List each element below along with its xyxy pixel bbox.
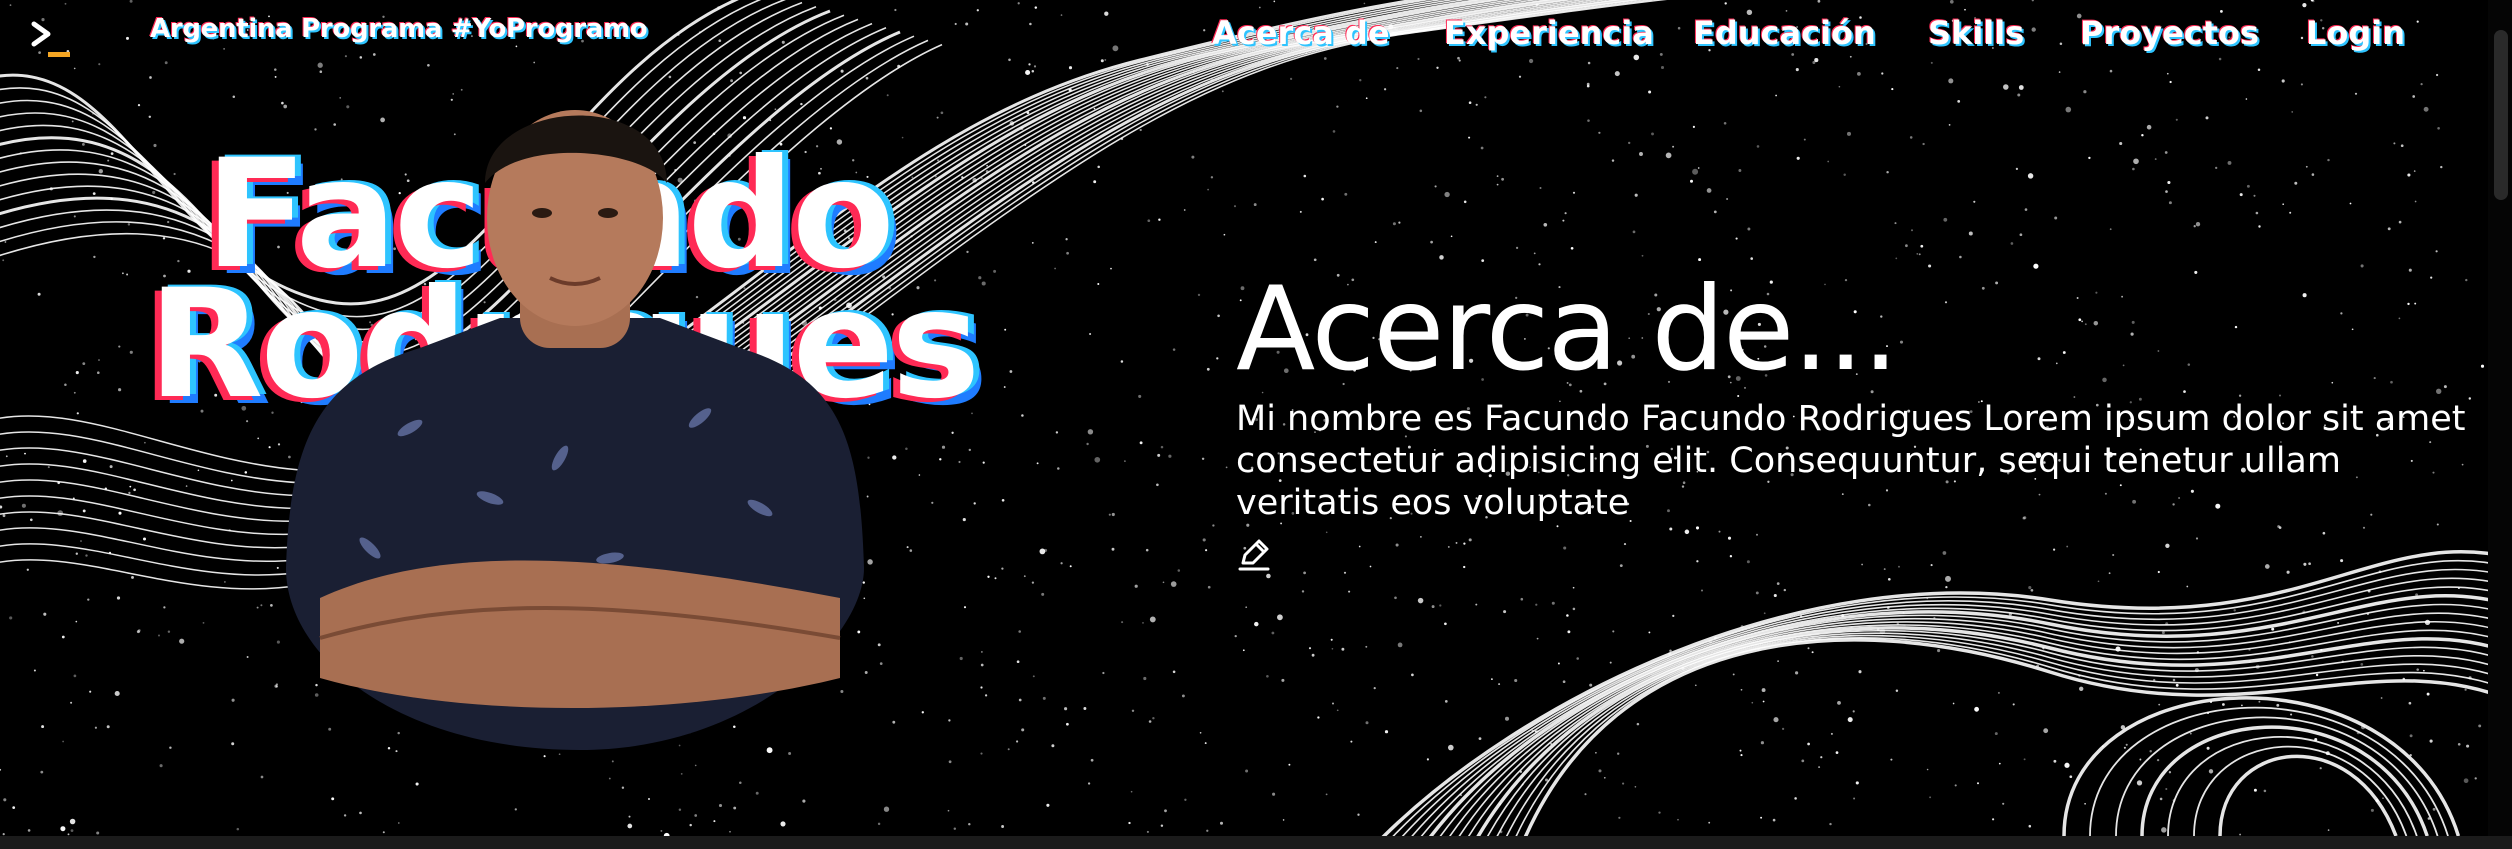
nav-skills[interactable]: Skills [1928,14,2024,52]
nav-experiencia[interactable]: Experiencia [1444,14,1654,52]
scrollbar-thumb[interactable] [2494,30,2508,200]
page-scrollbar[interactable] [2488,0,2512,836]
hero-section: Argentina Programa #YoProgramo Acerca de… [0,0,2512,836]
nav-login[interactable]: Login [2306,14,2405,52]
nav-acerca-de[interactable]: Acerca de [1212,14,1390,52]
pencil-icon[interactable] [1236,536,1272,572]
profile-photo [286,110,864,750]
nav-educacion[interactable]: Educación [1693,14,1876,52]
brand-title: Argentina Programa #YoProgramo [150,14,648,44]
about-description: Mi nombre es Facundo Facundo Rodrigues L… [1236,399,2466,523]
terminal-prompt-icon[interactable] [30,18,76,62]
nav-proyectos[interactable]: Proyectos [2080,14,2259,52]
about-title: Acerca de... [1236,262,1899,397]
bottom-bar [0,836,2512,849]
